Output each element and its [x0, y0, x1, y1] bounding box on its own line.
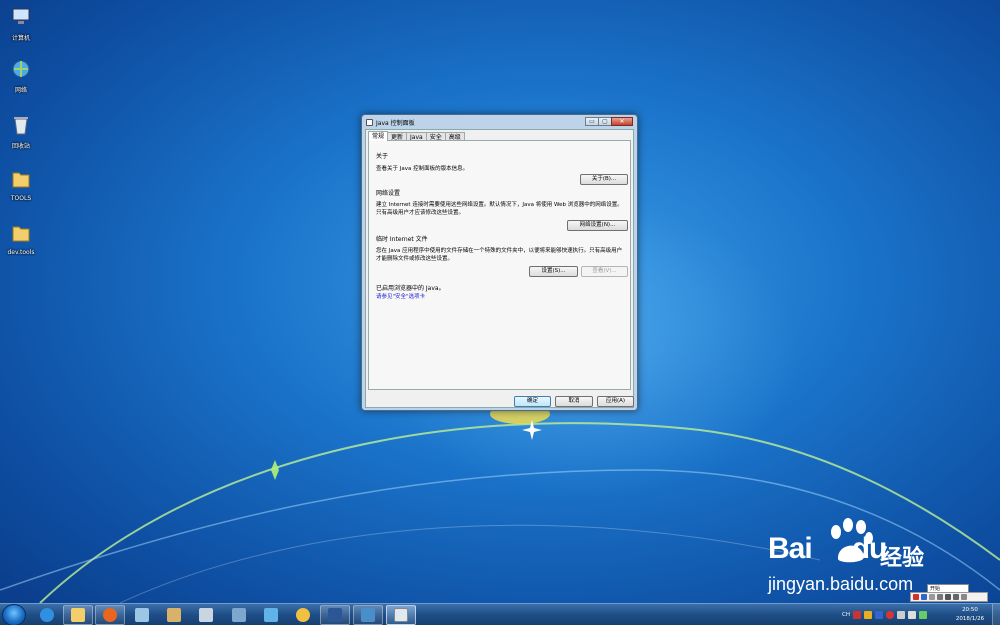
watermark-url: jingyan.baidu.com: [768, 574, 914, 594]
desktop-icon-computer[interactable]: 计算机: [4, 6, 38, 42]
taskbar-java[interactable]: [386, 605, 416, 625]
window-titlebar[interactable]: Java 控制面板 ▭ ▢ ✕: [362, 115, 637, 129]
ie-icon: [40, 608, 54, 622]
desktop-icon-label: 网络: [14, 87, 27, 94]
keyboard-icon[interactable]: [945, 594, 951, 600]
minimize-button[interactable]: ▭: [585, 117, 599, 126]
firefox-icon: [103, 608, 117, 622]
clock-time: 20:50: [962, 607, 978, 613]
taskbar: CH 20:50 2018/1/26: [0, 603, 1000, 625]
ime-icon[interactable]: [913, 594, 919, 600]
clock[interactable]: 20:50 2018/1/26: [950, 606, 990, 624]
window-client: 常规 更新 Java 安全 高级 关于 查看关于 Java 控制面板的版本信息。…: [365, 129, 634, 408]
start-button[interactable]: [2, 604, 26, 625]
taskbar-word[interactable]: [320, 605, 350, 625]
temp-settings-button[interactable]: 设置(S)...: [529, 266, 578, 277]
warning-icon[interactable]: [863, 611, 872, 619]
temp-files-section-title: 临时 Internet 文件: [376, 236, 428, 243]
desktop-icon-dev-tools[interactable]: dev.tools: [4, 222, 38, 256]
taskbar-calculator[interactable]: [191, 605, 221, 625]
tab-general[interactable]: 常规: [368, 131, 389, 141]
desktop-icon-recycle-bin[interactable]: 回收站: [4, 114, 38, 150]
desktop-icon-label: 计算机: [11, 35, 30, 42]
network-settings-button[interactable]: 网络设置(N)...: [567, 220, 628, 231]
taskbar-paint[interactable]: [159, 605, 189, 625]
taskbar-network-tool[interactable]: [224, 605, 254, 625]
temp-view-button[interactable]: 查看(V)...: [581, 266, 628, 277]
watermark-brand: Bai du: [768, 532, 887, 565]
network-tool-icon: [232, 608, 246, 622]
baidu-watermark: Bai du 经验 jingyan.baidu.com: [768, 518, 948, 598]
window-title: Java 控制面板: [376, 119, 415, 127]
language-bar[interactable]: [910, 592, 988, 602]
desktop-icon-label: TOOLS: [10, 195, 32, 202]
taskbar-search-tool[interactable]: [288, 605, 318, 625]
security-tab-link[interactable]: 请参见"安全"选项卡: [376, 292, 425, 300]
help-icon[interactable]: [874, 611, 883, 619]
security-icon[interactable]: [885, 611, 894, 619]
temp-files-section-text: 您在 Java 应用程序中使用的文件存储在一个特殊的文件夹中，以便将来能够快速执…: [376, 248, 623, 262]
dialog-footer: 确定 取消 应用(A): [366, 396, 634, 408]
moon-icon[interactable]: [929, 594, 935, 600]
watermark-cn: 经验: [880, 546, 925, 571]
paint-icon: [167, 608, 181, 622]
battery-icon[interactable]: [918, 611, 927, 619]
close-button[interactable]: ✕: [611, 117, 633, 126]
maximize-button[interactable]: ▢: [598, 117, 612, 126]
network-tray-icon[interactable]: [896, 611, 905, 619]
wrench-icon[interactable]: [961, 594, 967, 600]
show-desktop-button[interactable]: [992, 604, 1000, 625]
network-icon: [12, 60, 30, 78]
ok-button[interactable]: 确定: [514, 396, 551, 407]
network-section-title: 网络设置: [376, 190, 401, 197]
search-tool-icon: [296, 608, 310, 622]
taskbar-remote-desktop[interactable]: [353, 605, 383, 625]
desktop-icon-tools[interactable]: TOOLS: [4, 168, 38, 202]
word-icon: [328, 608, 342, 622]
network-section-text: 建立 Internet 连接时需要使用这些网络设置。默认情况下，Java 将使用…: [376, 202, 623, 216]
folder-icon: [12, 226, 30, 242]
user-icon[interactable]: [953, 594, 959, 600]
desktop-icon-network[interactable]: 网络: [4, 58, 38, 94]
folder-icon: [12, 172, 30, 188]
recycle-bin-icon: [14, 117, 28, 135]
taskbar-ie[interactable]: [32, 605, 62, 625]
java-control-panel-window: Java 控制面板 ▭ ▢ ✕ 常规 更新 Java 安全 高级 关于 查看关于…: [361, 114, 638, 411]
apply-button[interactable]: 应用(A): [597, 396, 634, 407]
app-icon: [135, 608, 149, 622]
punctuation-icon[interactable]: [937, 594, 943, 600]
input-language-indicator[interactable]: CH: [842, 612, 850, 618]
explorer-icon: [71, 608, 85, 622]
taskbar-plane[interactable]: [256, 605, 286, 625]
taskbar-firefox[interactable]: [95, 605, 125, 625]
cancel-button[interactable]: 取消: [555, 396, 593, 407]
window-controls: ▭ ▢ ✕: [585, 117, 633, 126]
plane-icon: [264, 608, 278, 622]
taskbar-explorer[interactable]: [63, 605, 93, 625]
java-icon: [366, 118, 373, 126]
clock-date: 2018/1/26: [955, 616, 985, 622]
system-tray: CH: [842, 604, 930, 625]
taskbar-app[interactable]: [127, 605, 157, 625]
volume-icon[interactable]: [907, 611, 916, 619]
java-icon: [394, 608, 408, 622]
desktop-icon-label: 回收站: [11, 143, 30, 150]
desktop-icon-label: dev.tools: [7, 249, 35, 256]
computer-icon: [12, 8, 30, 24]
cn-mode-icon[interactable]: [921, 594, 927, 600]
remote-desktop-icon: [361, 608, 375, 622]
about-section-title: 关于: [376, 153, 389, 160]
general-panel: 关于 查看关于 Java 控制面板的版本信息。 关于(B)... 网络设置 建立…: [368, 140, 631, 390]
antivirus-icon[interactable]: [852, 611, 861, 619]
browser-java-status: 已启用浏览器中的 Java。: [376, 285, 445, 292]
about-section-text: 查看关于 Java 控制面板的版本信息。: [376, 166, 469, 172]
about-button[interactable]: 关于(B)...: [580, 174, 628, 185]
calculator-icon: [199, 608, 213, 622]
